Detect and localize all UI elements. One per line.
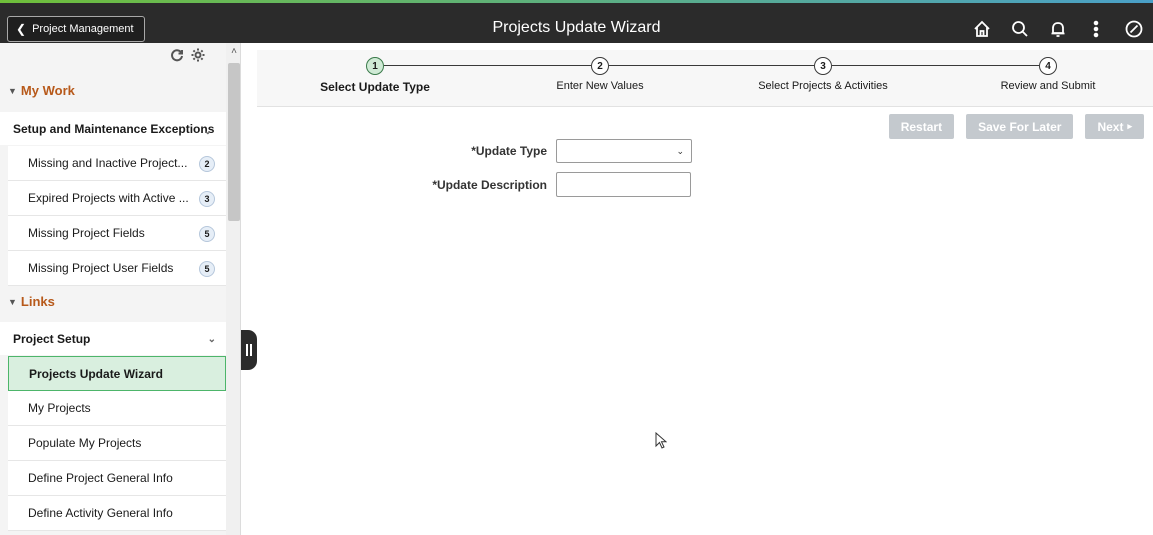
sidebar-item-define-project-general-info[interactable]: Define Project General Info [8, 461, 226, 496]
list-item-label: Missing Project Fields [28, 226, 145, 240]
main-content: 1 2 3 4 Select Update Type Enter New Val… [257, 43, 1153, 535]
step-2-label: Enter New Values [556, 80, 644, 92]
links-section-toggle[interactable]: ▼ Links [8, 294, 55, 309]
chevron-down-icon: ⌄ [676, 146, 684, 156]
sidebar-item-label: Populate My Projects [28, 436, 142, 450]
next-button-label: Next [1097, 119, 1124, 134]
caret-right-icon: ▸ [1127, 121, 1132, 131]
list-item-label: Missing and Inactive Project... [28, 156, 188, 170]
compass-icon[interactable] [1115, 14, 1153, 44]
update-type-select[interactable]: ⌄ [556, 139, 692, 163]
mouse-pointer-icon [655, 431, 668, 453]
header-actions [963, 14, 1153, 44]
group-project-setup[interactable]: Project Setup ⌄ [0, 322, 226, 355]
restart-button-label: Restart [900, 119, 943, 134]
step-3-label: Select Projects & Activities [758, 80, 888, 92]
sidebar-item-label: Define Activity General Info [28, 506, 173, 520]
step-connector [609, 65, 814, 66]
sidebar-item-label: Define Project General Info [28, 471, 173, 485]
step-3-indicator[interactable]: 3 [814, 57, 832, 75]
count-badge: 5 [199, 261, 215, 277]
list-item-missing-inactive-project[interactable]: Missing and Inactive Project... 2 [8, 146, 226, 181]
scroll-up-icon[interactable]: ˄ [229, 47, 239, 57]
scrollbar-thumb[interactable] [228, 63, 240, 221]
update-type-label: *Update Type [471, 144, 547, 158]
list-item-missing-project-user-fields[interactable]: Missing Project User Fields 5 [8, 251, 226, 286]
list-item-missing-project-fields[interactable]: Missing Project Fields 5 [8, 216, 226, 251]
step-connector [832, 65, 1039, 66]
sidebar-item-label: My Projects [28, 401, 91, 415]
step-1-label: Select Update Type [320, 80, 430, 94]
caret-down-icon: ▼ [8, 85, 17, 96]
links-title: Links [20, 294, 55, 309]
count-badge: 3 [199, 191, 215, 207]
navigation-panel: ˄ ▼ My Work Setup and Maintenance Except… [0, 43, 241, 535]
sidebar-item-label: Projects Update Wizard [29, 366, 163, 381]
save-for-later-button[interactable]: Save For Later [966, 114, 1074, 139]
wizard-step-train: 1 2 3 4 Select Update Type Enter New Val… [257, 50, 1153, 107]
sidebar-item-my-projects[interactable]: My Projects [8, 391, 226, 426]
step-connector [384, 65, 591, 66]
update-description-input[interactable] [556, 172, 691, 197]
step-4-label: Review and Submit [1000, 80, 1096, 92]
my-work-title: My Work [20, 83, 75, 98]
my-work-section-toggle[interactable]: ▼ My Work [8, 83, 75, 98]
step-1-indicator[interactable]: 1 [366, 57, 384, 75]
group-title-label: Setup and Maintenance Exceptions [13, 121, 215, 136]
more-vertical-icon[interactable] [1077, 14, 1115, 44]
chevron-down-icon: ⌄ [207, 334, 216, 345]
update-description-label: *Update Description [432, 178, 547, 192]
restart-button[interactable]: Restart [888, 114, 955, 139]
app-header: ❮ Project Management Projects Update Wiz… [0, 3, 1153, 43]
sidebar-item-projects-update-wizard[interactable]: Projects Update Wizard [8, 356, 226, 391]
group-title-label: Project Setup [13, 331, 91, 346]
sidebar-item-populate-my-projects[interactable]: Populate My Projects [8, 426, 226, 461]
refresh-icon[interactable] [170, 48, 184, 65]
step-4-indicator[interactable]: 4 [1039, 57, 1057, 75]
step-2-indicator[interactable]: 2 [591, 57, 609, 75]
bell-icon[interactable] [1039, 14, 1077, 44]
search-icon[interactable] [1001, 14, 1039, 44]
wizard-actions: Restart Save For Later Next ▸ [888, 114, 1144, 139]
list-item-label: Expired Projects with Active ... [28, 191, 189, 205]
caret-down-icon: ▼ [8, 296, 17, 307]
chevron-down-icon: ⌄ [203, 126, 212, 137]
gear-icon[interactable] [190, 47, 206, 66]
count-badge: 2 [199, 156, 215, 172]
list-item-expired-projects[interactable]: Expired Projects with Active ... 3 [8, 181, 226, 216]
home-icon[interactable] [963, 14, 1001, 44]
panel-collapse-handle[interactable] [241, 330, 257, 370]
next-button[interactable]: Next ▸ [1085, 114, 1144, 139]
list-item-label: Missing Project User Fields [28, 261, 174, 275]
save-for-later-button-label: Save For Later [978, 119, 1062, 134]
group-setup-maintenance-exceptions[interactable]: Setup and Maintenance Exceptions ⌄ [0, 112, 226, 145]
sidebar-item-define-activity-general-info[interactable]: Define Activity General Info [8, 496, 226, 531]
count-badge: 5 [199, 226, 215, 242]
panel-tools [170, 47, 206, 66]
